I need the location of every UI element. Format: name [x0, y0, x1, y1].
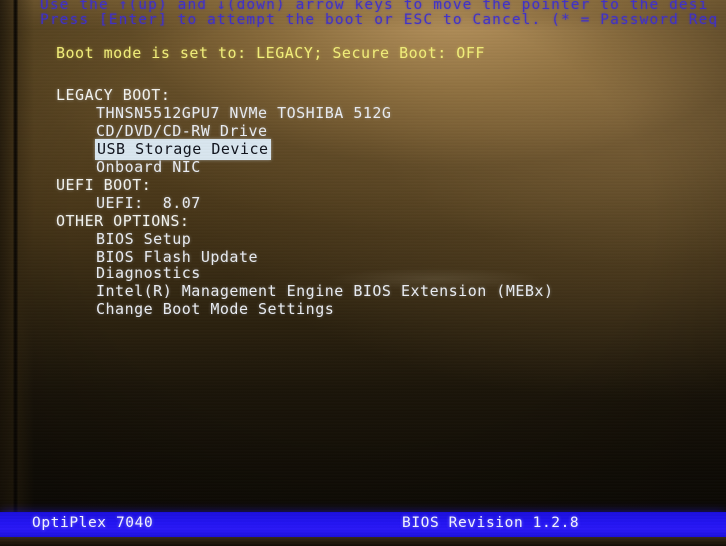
group-heading-uefi-boot: UEFI BOOT:	[56, 176, 152, 194]
instruction-line-enter-esc: Press [Enter] to attempt the boot or ESC…	[40, 12, 719, 28]
option-diagnostics[interactable]: Diagnostics	[96, 264, 201, 282]
monitor-lower-bezel	[0, 537, 726, 546]
option-intel-mebx[interactable]: Intel(R) Management Engine BIOS Extensio…	[96, 282, 553, 300]
bios-boot-menu-screen: Use the ↑(up) and ↓(down) arrow keys to …	[0, 0, 726, 546]
boot-item-uefi-8-07[interactable]: UEFI: 8.07	[96, 194, 201, 212]
option-change-boot-mode-settings[interactable]: Change Boot Mode Settings	[96, 300, 334, 318]
option-bios-setup[interactable]: BIOS Setup	[96, 230, 191, 248]
group-heading-other-options: OTHER OPTIONS:	[56, 212, 190, 230]
boot-menu-text-layer: Use the ↑(up) and ↓(down) arrow keys to …	[0, 0, 726, 546]
status-bar-bios-revision-label: BIOS Revision 1.2.8	[402, 515, 580, 531]
boot-mode-status-text: Boot mode is set to: LEGACY; Secure Boot…	[56, 44, 485, 62]
boot-item-onboard-nic[interactable]: Onboard NIC	[96, 158, 201, 176]
boot-item-cd-dvd-drive[interactable]: CD/DVD/CD-RW Drive	[96, 122, 268, 140]
boot-item-nvme-toshiba[interactable]: THNSN5512GPU7 NVMe TOSHIBA 512G	[96, 104, 391, 122]
status-bar-model-label: OptiPlex 7040	[32, 515, 154, 531]
boot-item-usb-storage-device[interactable]: USB Storage Device	[95, 139, 271, 160]
group-heading-legacy-boot: LEGACY BOOT:	[56, 86, 171, 104]
status-bar: OptiPlex 7040 BIOS Revision 1.2.8	[0, 512, 726, 537]
